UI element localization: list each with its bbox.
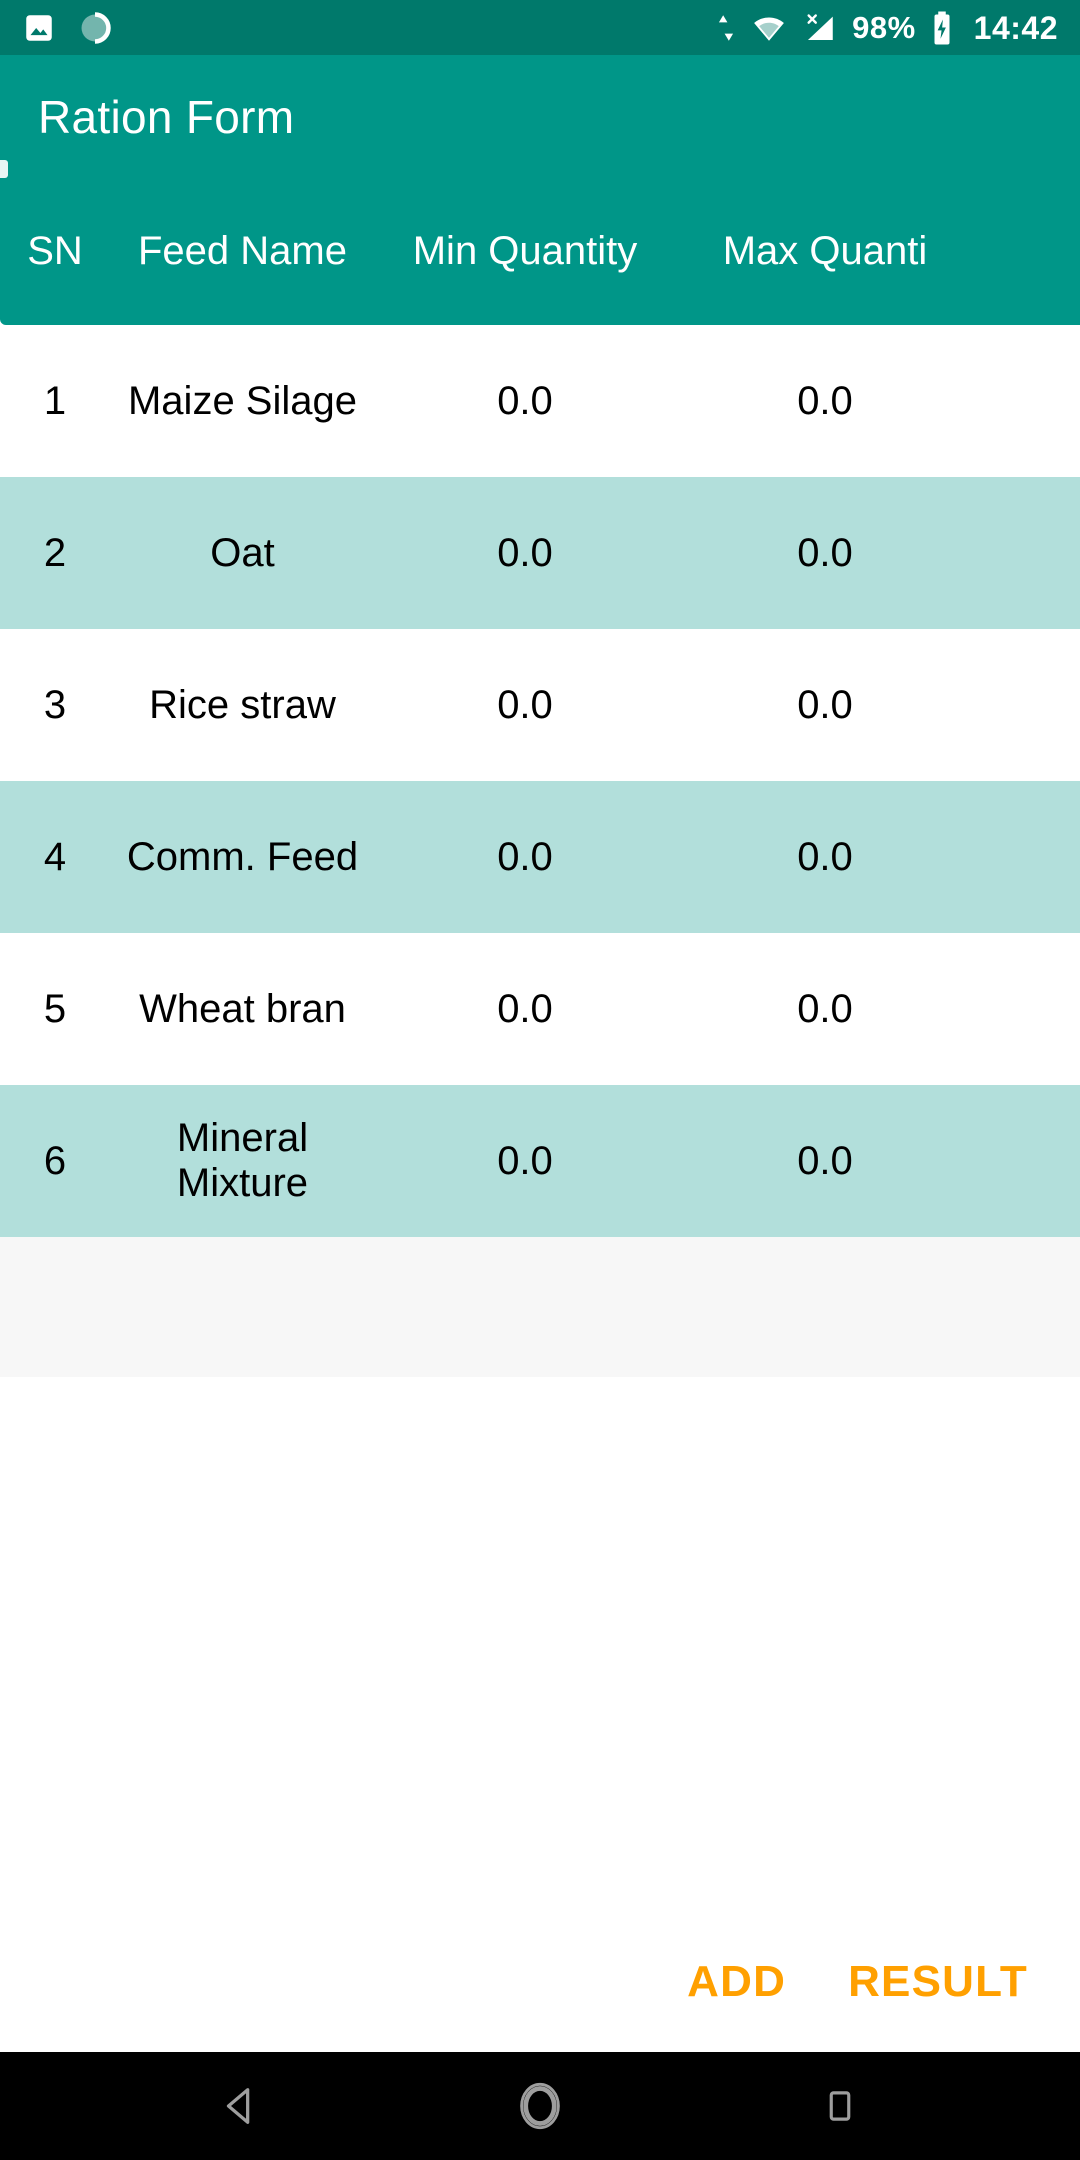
cell-min-quantity[interactable]: 0.0	[375, 1139, 675, 1184]
table-row[interactable]: 3 Rice straw 0.0 0.0	[0, 629, 1080, 781]
column-header-max-quantity[interactable]: Max Quanti	[675, 229, 975, 274]
table-row[interactable]: 5 Wheat bran 0.0 0.0	[0, 933, 1080, 1085]
status-bar-right-icons: 98% 14:42	[716, 10, 1058, 46]
sync-spinner-icon	[78, 11, 112, 45]
nav-back-button[interactable]	[195, 2061, 285, 2151]
cell-sn: 4	[43, 834, 67, 879]
nav-home-button[interactable]	[495, 2061, 585, 2151]
cell-sn: 6	[43, 1138, 67, 1183]
result-button[interactable]: RESULT	[848, 1957, 1028, 2007]
cell-max-quantity[interactable]: 0.0	[675, 987, 975, 1032]
cell-min-quantity[interactable]: 0.0	[375, 683, 675, 728]
cell-feed-name: Wheat bran	[139, 986, 346, 1031]
column-header-feed-name[interactable]: Feed Name	[110, 229, 375, 274]
scroll-edge-indicator	[0, 160, 8, 178]
cell-max-quantity[interactable]: 0.0	[675, 1139, 975, 1184]
status-bar-left-icons	[22, 11, 112, 45]
phone-screen: 98% 14:42 Ration Form SN Feed Name Min Q…	[0, 0, 1080, 2160]
battery-percent-label: 98%	[852, 10, 916, 45]
battery-charging-icon	[930, 10, 954, 46]
cell-max-quantity[interactable]: 0.0	[675, 683, 975, 728]
cell-max-quantity[interactable]: 0.0	[675, 531, 975, 576]
cell-feed-name: Oat	[210, 530, 275, 575]
cell-min-quantity[interactable]: 0.0	[375, 531, 675, 576]
cell-feed-name: Maize Silage	[127, 378, 357, 423]
cell-feed-name: Mineral Mixture	[176, 1116, 309, 1205]
column-header-sn[interactable]: SN	[0, 229, 110, 274]
cell-min-quantity[interactable]: 0.0	[375, 987, 675, 1032]
table-row[interactable]: 4 Comm. Feed 0.0 0.0	[0, 781, 1080, 933]
nav-recents-button[interactable]	[795, 2061, 885, 2151]
cell-max-quantity[interactable]: 0.0	[675, 379, 975, 424]
add-button[interactable]: ADD	[687, 1957, 786, 2007]
cell-feed-name: Comm. Feed	[126, 834, 359, 879]
cell-min-quantity[interactable]: 0.0	[375, 835, 675, 880]
data-transfer-icon	[716, 11, 736, 45]
app-bar: Ration Form	[0, 55, 1080, 178]
cell-max-quantity[interactable]: 0.0	[675, 835, 975, 880]
android-navigation-bar	[0, 2052, 1080, 2160]
status-bar: 98% 14:42	[0, 0, 1080, 55]
table-row[interactable]: 1 Maize Silage 0.0 0.0	[0, 325, 1080, 477]
status-bar-clock: 14:42	[973, 9, 1058, 46]
table-empty-space	[0, 1237, 1080, 1377]
image-icon	[22, 11, 56, 45]
no-sim-signal-icon	[802, 11, 838, 45]
table-row[interactable]: 6 Mineral Mixture 0.0 0.0	[0, 1085, 1080, 1237]
ration-table: SN Feed Name Min Quantity Max Quanti 1 M…	[0, 178, 1080, 1377]
table-row[interactable]: 2 Oat 0.0 0.0	[0, 477, 1080, 629]
cell-sn: 3	[43, 682, 67, 727]
page-title: Ration Form	[38, 90, 295, 143]
column-header-min-quantity[interactable]: Min Quantity	[375, 229, 675, 274]
wifi-icon	[750, 11, 788, 45]
ration-table-scroll[interactable]: SN Feed Name Min Quantity Max Quanti 1 M…	[0, 178, 1080, 1904]
cell-min-quantity[interactable]: 0.0	[375, 379, 675, 424]
cell-sn: 1	[43, 378, 67, 423]
action-bar: ADD RESULT	[0, 1904, 1080, 2060]
cell-feed-name: Rice straw	[149, 682, 336, 727]
cell-sn: 5	[43, 986, 67, 1031]
cell-sn: 2	[43, 530, 67, 575]
table-header-row: SN Feed Name Min Quantity Max Quanti	[0, 178, 1080, 325]
